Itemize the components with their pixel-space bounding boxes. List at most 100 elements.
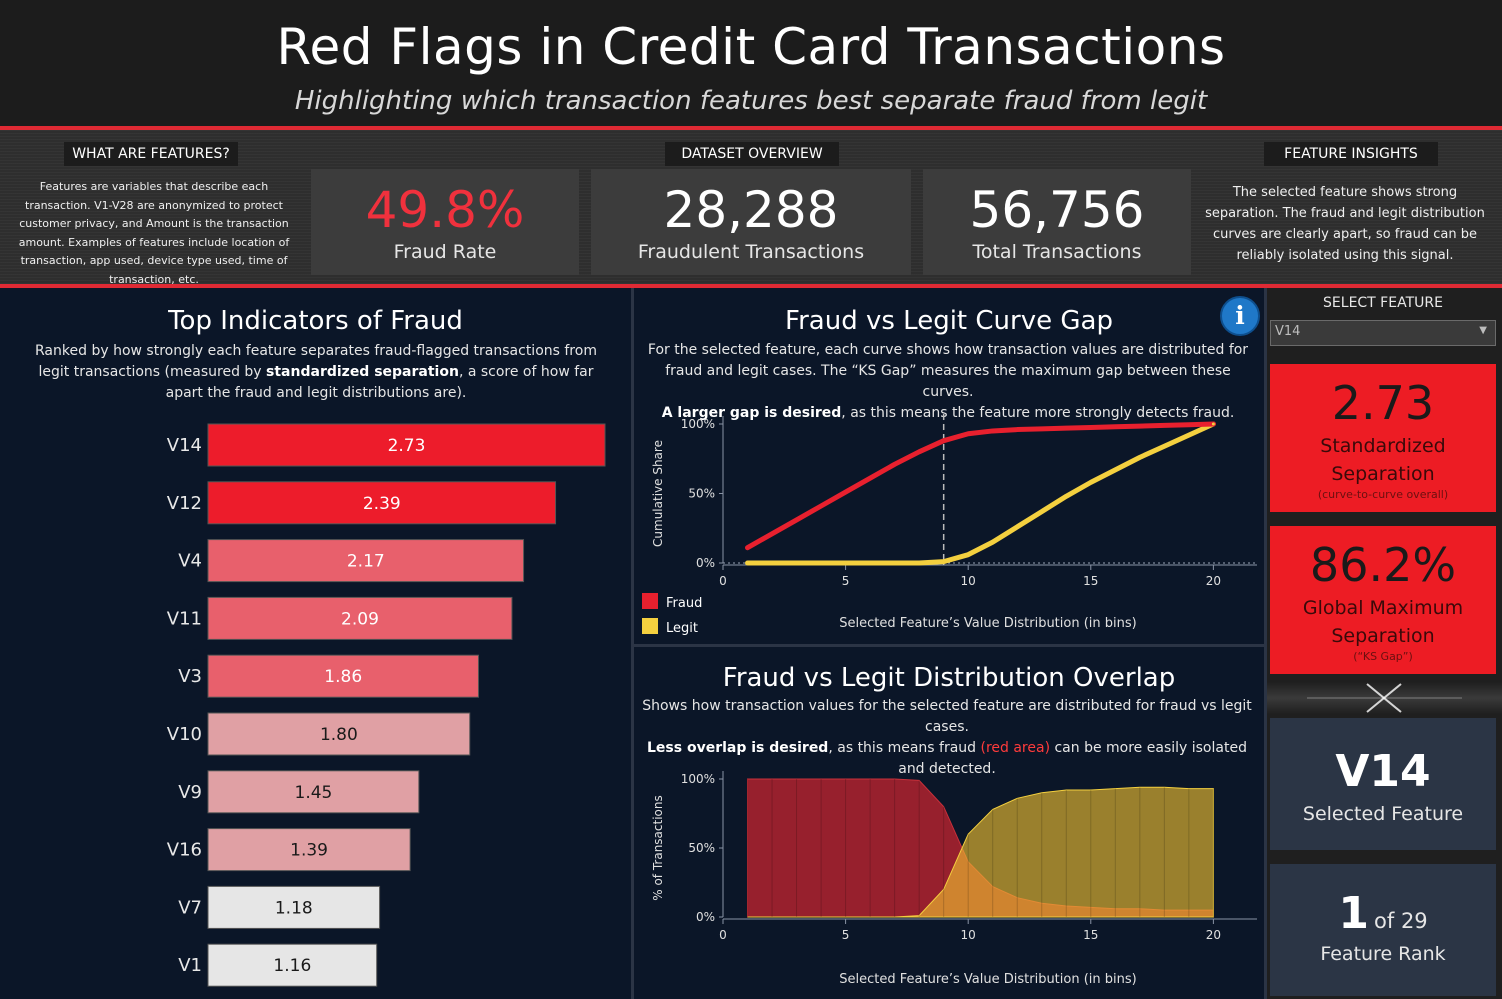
- fraud-point: [1187, 423, 1191, 427]
- gap-x-tick: 20: [1206, 574, 1221, 588]
- bar-category-label: V7: [178, 897, 202, 918]
- gap-y-axis-label: Cumulative Share: [651, 440, 665, 547]
- fraud-point: [1015, 428, 1019, 432]
- selected-feature-card: V14 Selected Feature: [1270, 718, 1496, 850]
- overlap-y-axis-label: % of Transactions: [651, 795, 665, 901]
- legit-point: [1064, 494, 1068, 498]
- legit-point: [1162, 444, 1166, 448]
- gap-x-tick: 0: [719, 574, 727, 588]
- bar-value-label: 1.80: [320, 725, 358, 745]
- top-indicators-desc-bold: standardized separation: [266, 364, 459, 380]
- fraud-point: [795, 518, 799, 522]
- bar-value-label: 2.17: [347, 552, 385, 572]
- fraud-point: [917, 450, 921, 454]
- top-indicators-title: Top Indicators of Fraud: [168, 306, 463, 336]
- legit-point: [991, 540, 995, 544]
- std-separation-value: 2.73: [1331, 376, 1435, 430]
- page-title: Red Flags in Credit Card Transactions: [276, 18, 1226, 76]
- kpi-fraudulent: 28,288 Fraudulent Transactions: [591, 169, 911, 275]
- bar-value-label: 2.39: [363, 494, 401, 514]
- kpi-fraudulent-value: 28,288: [663, 181, 839, 239]
- legend-legit-label: Legit: [666, 621, 698, 636]
- bar-category-label: V1: [178, 955, 202, 976]
- decorative-spark-band: [1267, 682, 1502, 714]
- ks-gap-note: (“KS Gap”): [1353, 650, 1413, 663]
- overlap-chart: 0% 50% 100% 0 5 10 15 20 % of Transactions Select…: [651, 771, 1257, 987]
- insights-tab: FEATURE INSIGHTS: [1264, 142, 1438, 166]
- feature-select[interactable]: V14 ▼: [1270, 320, 1496, 346]
- bar-category-label: V12: [167, 493, 202, 514]
- fraud-point: [893, 462, 897, 466]
- fraud-point: [746, 546, 750, 550]
- selected-feature-value: V14: [1335, 746, 1431, 797]
- kpi-fraud-rate: 49.8% Fraud Rate: [311, 169, 579, 275]
- legit-point: [966, 553, 970, 557]
- fraud-point: [991, 429, 995, 433]
- legit-point: [1113, 468, 1117, 472]
- gap-y-tick: 0%: [696, 556, 715, 570]
- bar-category-label: V10: [167, 724, 202, 745]
- overview-tab: DATASET OVERVIEW: [665, 142, 839, 166]
- select-feature-label: SELECT FEATURE: [1323, 295, 1443, 311]
- feature-rank-label: Feature Rank: [1320, 943, 1446, 965]
- kpi-fraud-rate-label: Fraud Rate: [393, 241, 497, 263]
- bar-value-label: 1.45: [295, 783, 333, 803]
- fraud-curve: [745, 421, 1216, 551]
- legit-point: [1015, 525, 1019, 529]
- kpi-fraud-rate-value: 49.8%: [365, 181, 525, 239]
- legit-point: [1089, 480, 1093, 484]
- legit-point: [942, 560, 946, 564]
- bar-category-label: V11: [167, 608, 202, 629]
- legit-point: [893, 561, 897, 565]
- overlap-desc-mid: , as this means fraud: [828, 740, 981, 756]
- overlap-desc-bold: Less overlap is desired: [647, 740, 829, 756]
- overlap-x-tick: 10: [961, 928, 976, 942]
- bar-category-label: V4: [178, 551, 202, 572]
- bar-category-label: V16: [167, 840, 202, 861]
- overlap-desc-red: (red area): [980, 740, 1051, 756]
- ks-gap-card: 86.2% Global Maximum Separation (“KS Gap…: [1270, 526, 1496, 674]
- overlap-x-axis-label: Selected Feature’s Value Distribution (i…: [839, 972, 1136, 987]
- gap-y-tick: 50%: [688, 487, 715, 501]
- ks-gap-label: Global Maximum Separation: [1302, 597, 1464, 647]
- legit-point: [795, 561, 799, 565]
- page-subtitle: Highlighting which transaction features …: [294, 86, 1208, 116]
- legit-point: [844, 561, 848, 565]
- curve-gap-desc-text: For the selected feature, each curve sho…: [647, 342, 1249, 400]
- legit-point: [770, 561, 774, 565]
- fraud-point: [1138, 424, 1142, 428]
- overlap-desc-text: Shows how transaction values for the sel…: [642, 698, 1252, 735]
- selected-feature-label: Selected Feature: [1302, 803, 1464, 825]
- fraud-point: [868, 476, 872, 480]
- overlap-x-tick: 20: [1206, 928, 1221, 942]
- features-description: Features are variables that describe eac…: [18, 180, 290, 286]
- info-icon[interactable]: i: [1220, 296, 1260, 336]
- legit-point: [1211, 422, 1215, 426]
- features-tab: WHAT ARE FEATURES?: [64, 142, 238, 166]
- overlap-x-tick: 5: [842, 928, 850, 942]
- overlap-x-tick: 15: [1083, 928, 1098, 942]
- overlap-title: Fraud vs Legit Distribution Overlap: [722, 663, 1176, 693]
- legit-curve: [745, 421, 1216, 566]
- panel-divider-h: [634, 644, 1264, 647]
- std-separation-label: Standardized Separation: [1320, 435, 1446, 485]
- fraud-point: [844, 490, 848, 494]
- legit-point: [1040, 510, 1044, 514]
- legend-fraud-label: Fraud: [666, 596, 702, 611]
- bar-value-label: 1.39: [290, 841, 328, 861]
- gap-x-axis-label: Selected Feature’s Value Distribution (i…: [839, 616, 1136, 631]
- legit-point: [1187, 433, 1191, 437]
- legit-point: [819, 561, 823, 565]
- feature-select-value: V14: [1275, 324, 1301, 339]
- kpi-total-value: 56,756: [969, 181, 1145, 239]
- bar-value-label: 2.73: [388, 436, 426, 456]
- curve-gap-chart: 0% 50% 100% 0 5 10 15 20 Cumulative Share Selecte…: [642, 414, 1257, 636]
- insights-text: The selected feature shows strong separa…: [1205, 185, 1485, 263]
- overlap-x-tick: 0: [719, 928, 727, 942]
- feature-rank-card: 1 of 29 Feature Rank: [1270, 864, 1496, 996]
- overlap-y-tick: 50%: [688, 841, 715, 855]
- std-separation-card: 2.73 Standardized Separation (curve-to-c…: [1270, 364, 1496, 512]
- fraud-point: [1089, 425, 1093, 429]
- kpi-total: 56,756 Total Transactions: [923, 169, 1191, 275]
- curve-gap-title: Fraud vs Legit Curve Gap: [785, 306, 1113, 336]
